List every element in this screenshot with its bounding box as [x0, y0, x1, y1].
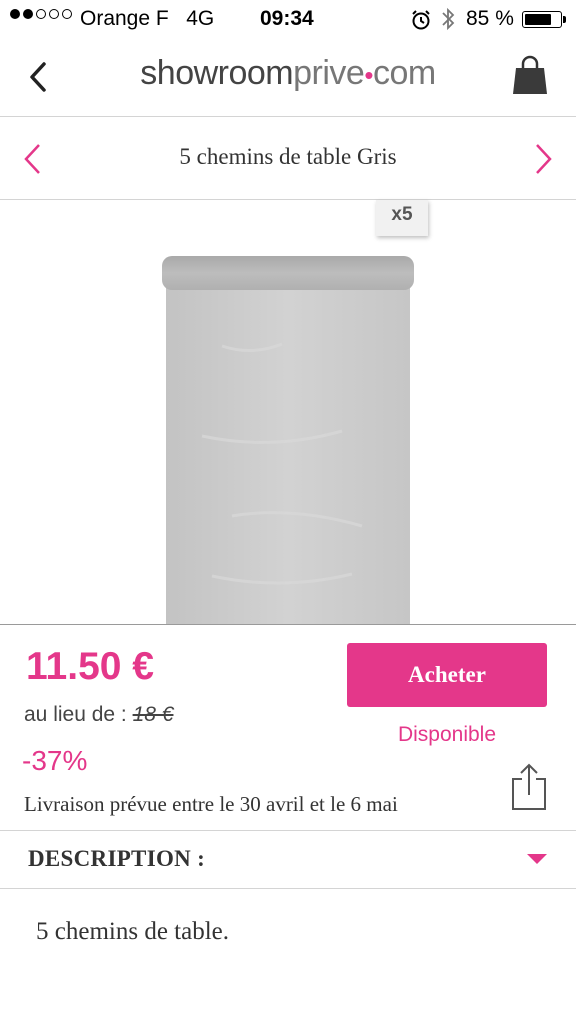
brand-logo[interactable]: showroomprive•com: [0, 54, 576, 93]
original-price: 18 €: [132, 703, 174, 726]
status-bar: Orange F 4G 09:34 85 %: [0, 0, 576, 40]
carrier-label: Orange F 4G: [80, 7, 215, 30]
discount-badge: -37%: [22, 745, 88, 776]
battery-icon: [522, 11, 566, 28]
clock: 09:34: [260, 7, 314, 30]
chevron-right-icon: [536, 144, 552, 174]
network-type: 4G: [186, 7, 215, 30]
share-icon: [512, 763, 546, 810]
share-button[interactable]: [509, 763, 549, 811]
quantity-badge: x5: [376, 200, 428, 236]
description-heading: DESCRIPTION :: [28, 846, 206, 871]
product-title: 5 chemins de table Gris: [179, 144, 397, 169]
description-text: 5 chemins de table.: [36, 918, 229, 945]
availability-status: Disponible: [397, 723, 497, 746]
nav-bar: showroomprive•com: [0, 40, 576, 117]
signal-strength-icon: [10, 9, 72, 19]
original-price-label: au lieu de :: [24, 703, 127, 726]
product-header: 5 chemins de table Gris: [0, 117, 576, 200]
chevron-left-icon: [24, 144, 40, 174]
current-price: 11.50 €: [26, 645, 154, 688]
original-price-row: au lieu de : 18 €: [24, 703, 173, 727]
battery-percentage: 85 %: [466, 7, 514, 30]
price-section: 11.50 € au lieu de : 18 € -37% Livraison…: [0, 624, 576, 831]
product-image-area[interactable]: x5: [0, 200, 576, 624]
next-product-button[interactable]: [528, 141, 558, 177]
previous-product-button[interactable]: [18, 141, 48, 177]
bluetooth-icon: [440, 6, 456, 38]
product-image: [162, 256, 414, 624]
alarm-icon: [410, 9, 432, 37]
cart-button[interactable]: [510, 54, 550, 98]
delivery-estimate: Livraison prévue entre le 30 avril et le…: [24, 792, 398, 816]
shopping-bag-icon: [513, 55, 547, 94]
buy-button[interactable]: Acheter: [347, 643, 547, 707]
description-toggle[interactable]: DESCRIPTION :: [0, 830, 576, 889]
caret-down-icon: [527, 854, 547, 864]
